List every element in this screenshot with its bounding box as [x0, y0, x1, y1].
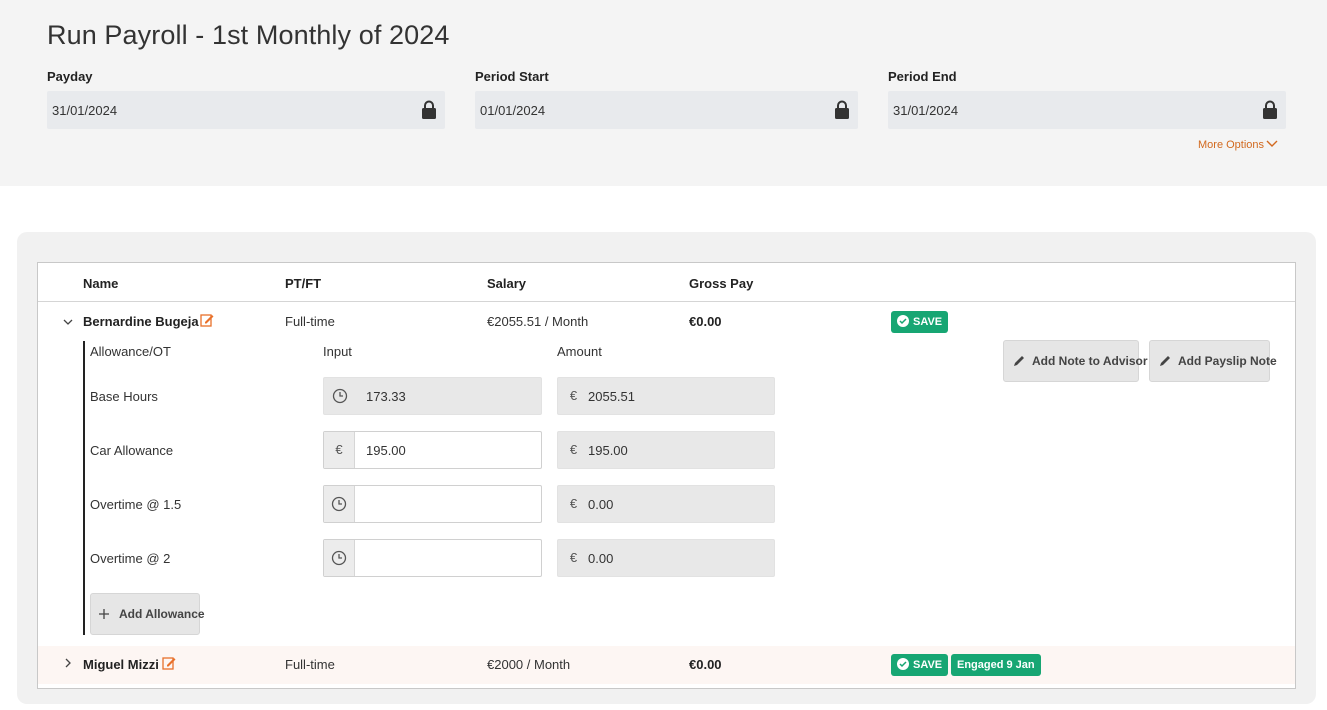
euro-icon: € — [569, 496, 578, 511]
page-title: Run Payroll - 1st Monthly of 2024 — [47, 20, 450, 50]
add-allowance-label: Add Allowance — [119, 607, 205, 621]
base-hours-input: 173.33 — [323, 377, 542, 415]
period-start-field[interactable]: 01/01/2024 — [475, 91, 858, 129]
more-options-link[interactable]: More Options — [1198, 139, 1278, 151]
allowance-label: Car Allowance — [90, 443, 174, 458]
payroll-table: Name PT/FT Salary Gross Pay Bernardine B… — [37, 262, 1296, 689]
clock-icon — [331, 550, 347, 566]
car-allowance-amount-value: 195.00 — [588, 443, 628, 458]
euro-icon: € — [569, 388, 578, 403]
edit-icon[interactable] — [162, 656, 176, 670]
employee-name[interactable]: Miguel Mizzi — [83, 657, 159, 672]
expanded-indicator — [83, 341, 85, 635]
pencil-icon — [1014, 356, 1024, 366]
column-header-gross-pay: Gross Pay — [689, 276, 754, 291]
employee-type: Full-time — [285, 657, 335, 672]
employee-gross-pay: €0.00 — [689, 657, 722, 672]
euro-icon: € — [569, 550, 578, 565]
header-divider — [38, 301, 1295, 302]
column-header-salary: Salary — [487, 276, 527, 291]
clock-addon — [324, 486, 355, 522]
column-header-name: Name — [83, 276, 119, 291]
pencil-icon — [1160, 356, 1170, 366]
engaged-badge: Engaged 9 Jan — [951, 654, 1041, 676]
lock-icon — [1263, 100, 1277, 119]
euro-icon: € — [324, 432, 355, 468]
overtime-15-amount-value: 0.00 — [588, 497, 614, 512]
overtime-15-input[interactable] — [323, 485, 542, 523]
period-start-label: Period Start — [475, 69, 549, 84]
lock-icon — [835, 100, 849, 119]
period-start-value: 01/01/2024 — [480, 103, 546, 118]
payday-value: 31/01/2024 — [52, 103, 118, 118]
car-allowance-field[interactable] — [356, 432, 540, 468]
clock-icon — [332, 388, 348, 404]
base-hours-amount: € 2055.51 — [557, 377, 775, 415]
overtime-15-field[interactable] — [356, 486, 540, 522]
period-end-value: 31/01/2024 — [893, 103, 959, 118]
input-header: Input — [323, 344, 352, 359]
car-allowance-amount: € 195.00 — [557, 431, 775, 469]
check-circle-icon — [897, 658, 909, 670]
save-label: SAVE — [913, 316, 943, 328]
employee-salary: €2055.51 / Month — [487, 314, 589, 329]
save-label: SAVE — [913, 659, 943, 671]
add-allowance-button[interactable]: Add Allowance — [90, 593, 205, 635]
allowance-label: Base Hours — [90, 389, 158, 404]
period-end-label: Period End — [888, 69, 957, 84]
overtime-15-amount: € 0.00 — [557, 485, 775, 523]
check-circle-icon — [897, 315, 909, 327]
base-hours-value: 173.33 — [366, 389, 406, 404]
add-payslip-note-label: Add Payslip Note — [1178, 354, 1277, 368]
payday-field[interactable]: 31/01/2024 — [47, 91, 445, 129]
more-options-label: More Options — [1198, 139, 1265, 151]
chevron-down-icon — [1266, 140, 1278, 147]
lock-icon — [422, 100, 436, 119]
base-hours-amount-value: 2055.51 — [588, 389, 635, 404]
column-header-ptft: PT/FT — [285, 276, 322, 291]
save-button[interactable]: SAVE — [891, 311, 949, 333]
allowance-header: Allowance/OT — [90, 344, 171, 359]
amount-header: Amount — [557, 344, 602, 359]
employee-type: Full-time — [285, 314, 335, 329]
chevron-down-icon[interactable] — [63, 317, 73, 327]
euro-icon: € — [569, 442, 578, 457]
table-row[interactable]: Miguel Mizzi Full-time €2000 / Month €0.… — [38, 646, 1295, 684]
plus-icon — [99, 609, 109, 619]
overtime-2-amount: € 0.00 — [557, 539, 775, 577]
clock-addon — [324, 540, 355, 576]
save-button[interactable]: SAVE — [891, 654, 949, 676]
employee-salary: €2000 / Month — [487, 657, 571, 672]
period-end-field[interactable]: 31/01/2024 — [888, 91, 1286, 129]
car-allowance-input[interactable]: € — [323, 431, 542, 469]
allowance-label: Overtime @ 2 — [90, 551, 171, 566]
add-note-to-advisor-label: Add Note to Advisor — [1032, 354, 1148, 368]
payday-label: Payday — [47, 69, 93, 84]
overtime-2-field[interactable] — [356, 540, 540, 576]
employee-gross-pay: €0.00 — [689, 314, 722, 329]
employee-name[interactable]: Bernardine Bugeja — [83, 314, 199, 329]
clock-icon — [331, 496, 347, 512]
chevron-right-icon[interactable] — [63, 658, 73, 668]
payroll-header: Run Payroll - 1st Monthly of 2024 Payday… — [0, 0, 1327, 186]
overtime-2-input[interactable] — [323, 539, 542, 577]
add-note-to-advisor-button[interactable]: Add Note to Advisor — [1003, 340, 1148, 382]
overtime-2-amount-value: 0.00 — [588, 551, 614, 566]
allowance-label: Overtime @ 1.5 — [90, 497, 182, 512]
edit-icon[interactable] — [200, 313, 214, 327]
add-payslip-note-button[interactable]: Add Payslip Note — [1149, 340, 1277, 382]
